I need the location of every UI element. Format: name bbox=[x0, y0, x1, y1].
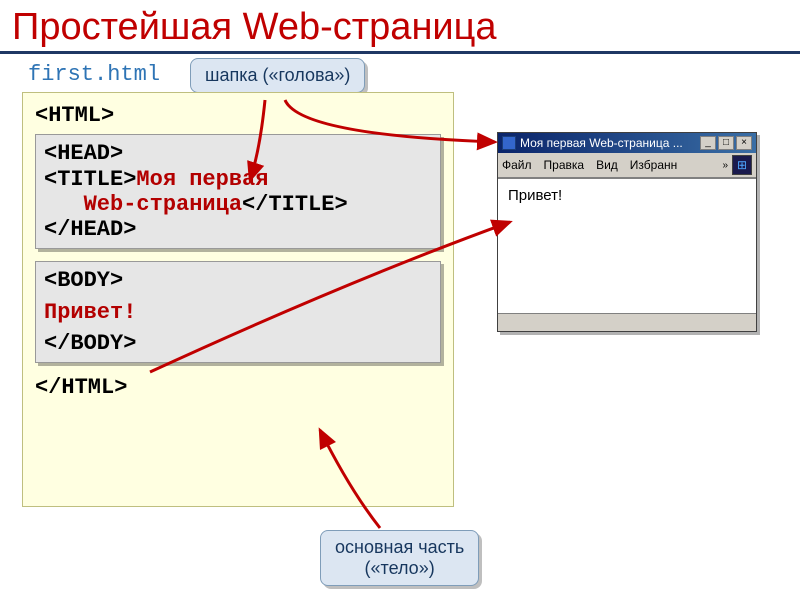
minimize-button[interactable]: _ bbox=[700, 136, 716, 150]
tag-body-close: </BODY> bbox=[44, 331, 432, 356]
browser-window: Моя первая Web-страница ... _ □ × Файл П… bbox=[497, 132, 757, 332]
maximize-button[interactable]: □ bbox=[718, 136, 734, 150]
title-text-2: Web-страница bbox=[84, 192, 242, 217]
slide-title: Простейшая Web-страница bbox=[0, 0, 800, 54]
browser-title: Моя первая Web-страница ... bbox=[520, 136, 700, 150]
code-block-head: <HEAD> <TITLE>Моя первая Web-страница</T… bbox=[35, 134, 441, 249]
callout-body-l1: основная часть bbox=[335, 537, 464, 558]
code-listing: <HTML> <HEAD> <TITLE>Моя первая Web-стра… bbox=[22, 92, 454, 507]
tag-html-close: </HTML> bbox=[35, 375, 441, 400]
browser-titlebar: Моя первая Web-страница ... _ □ × bbox=[498, 133, 756, 153]
close-button[interactable]: × bbox=[736, 136, 752, 150]
tag-title-open: <TITLE> bbox=[44, 167, 136, 192]
filename-label: first.html bbox=[28, 62, 160, 87]
body-text: Привет! bbox=[44, 300, 432, 325]
page-content-text: Привет! bbox=[508, 187, 562, 204]
title-text-1: Моя первая bbox=[136, 167, 268, 192]
browser-viewport: Привет! bbox=[498, 178, 756, 313]
browser-menubar: Файл Правка Вид Избранн » ⊞ bbox=[498, 153, 756, 178]
ie-icon bbox=[502, 136, 516, 150]
menu-edit[interactable]: Правка bbox=[544, 158, 585, 172]
chevron-more-icon[interactable]: » bbox=[722, 160, 728, 171]
tag-body-open: <BODY> bbox=[44, 268, 432, 293]
callout-head: шапка («голова») bbox=[190, 58, 365, 93]
code-block-body: <BODY> Привет! </BODY> bbox=[35, 261, 441, 363]
tag-title-close: </TITLE> bbox=[242, 192, 348, 217]
throbber-icon: ⊞ bbox=[732, 155, 752, 175]
browser-statusbar bbox=[498, 313, 756, 331]
callout-body: основная часть («тело») bbox=[320, 530, 479, 586]
title-line-1: <TITLE>Моя первая bbox=[44, 167, 432, 192]
menu-favorites[interactable]: Избранн bbox=[630, 158, 677, 172]
menu-view[interactable]: Вид bbox=[596, 158, 618, 172]
menu-file[interactable]: Файл bbox=[502, 158, 532, 172]
tag-head-open: <HEAD> bbox=[44, 141, 432, 166]
title-line-2: Web-страница</TITLE> bbox=[44, 192, 432, 217]
callout-body-l2: («тело») bbox=[335, 558, 464, 579]
tag-html-open: <HTML> bbox=[35, 103, 441, 128]
tag-head-close: </HEAD> bbox=[44, 217, 432, 242]
